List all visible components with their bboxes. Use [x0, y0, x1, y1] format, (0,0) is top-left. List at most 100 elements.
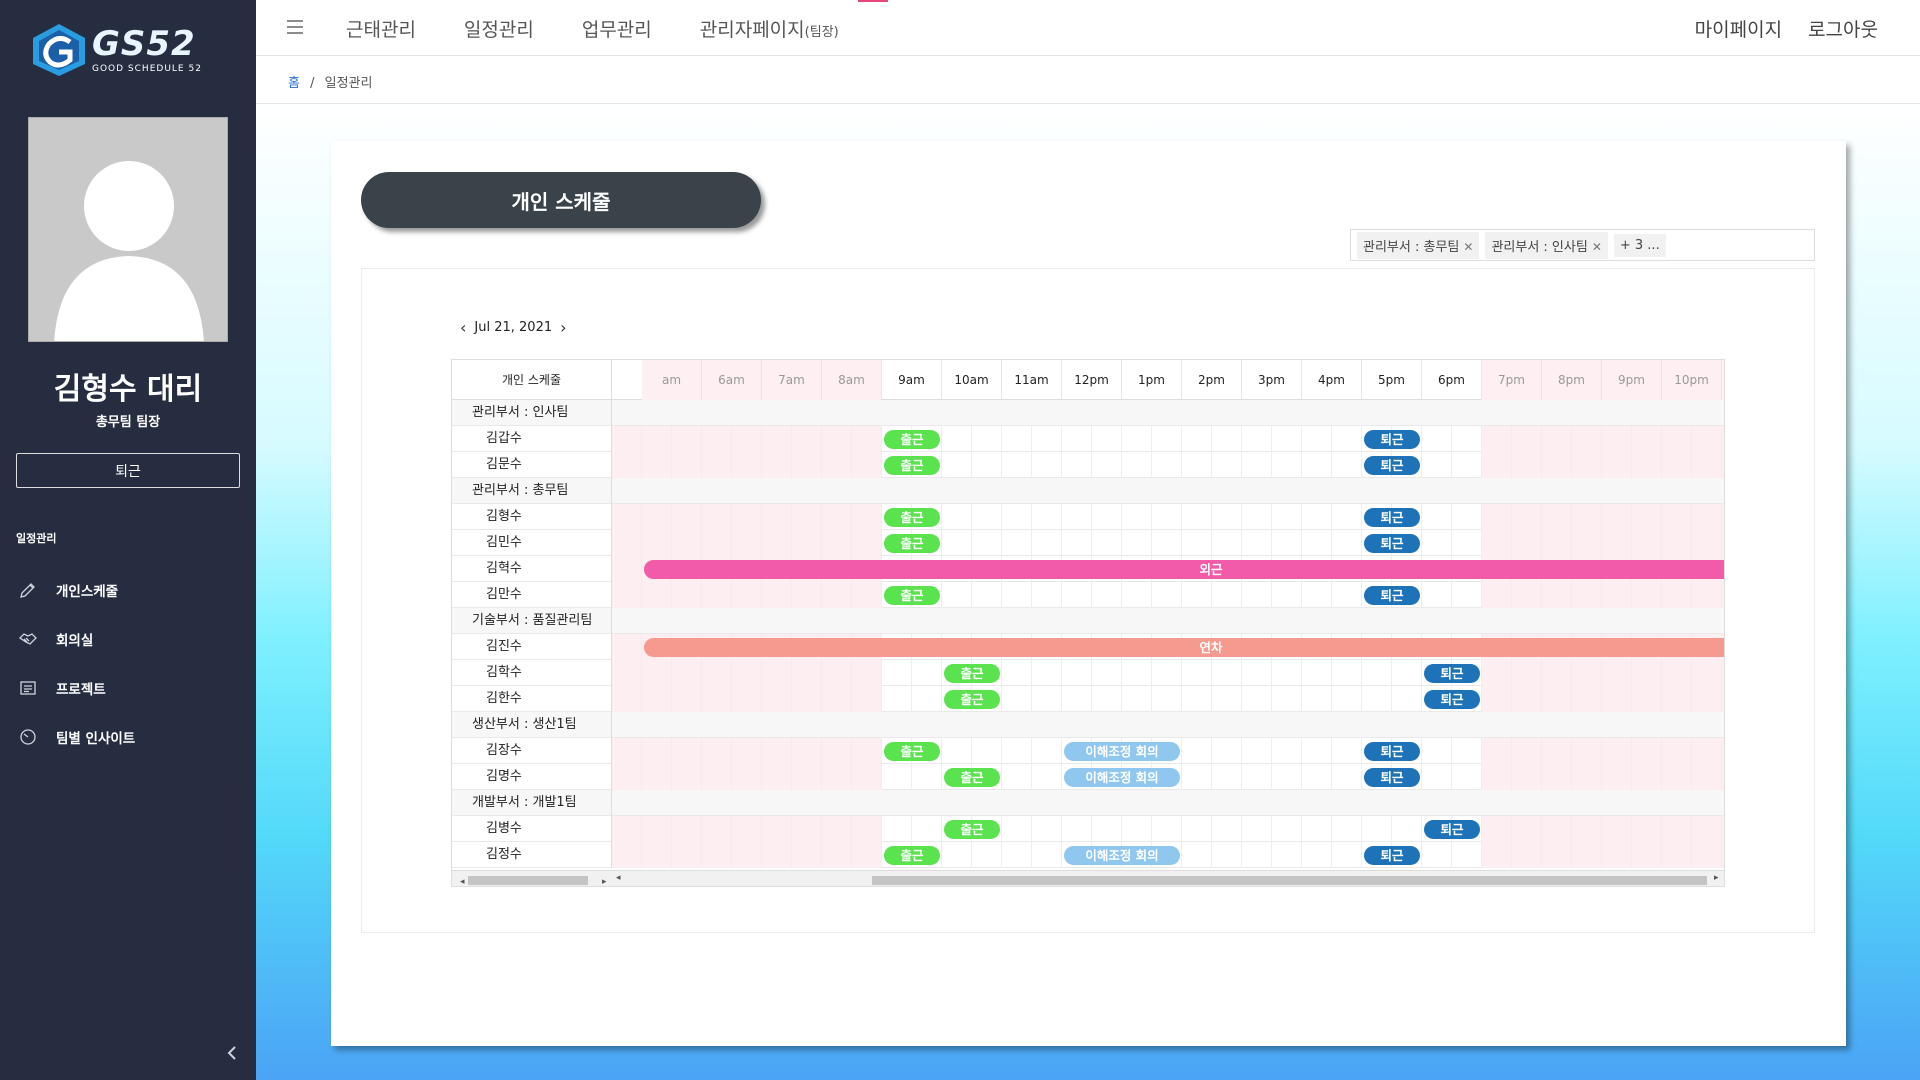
time-slot[interactable] [702, 816, 732, 842]
time-slot[interactable] [642, 738, 672, 764]
time-slot[interactable] [1332, 452, 1362, 478]
time-slot[interactable] [852, 686, 882, 712]
time-slot[interactable] [732, 842, 762, 868]
time-slot[interactable] [822, 842, 852, 868]
time-slot[interactable] [1692, 452, 1722, 478]
filter-chip[interactable]: 관리부서 : 총무팀 ✕ [1357, 231, 1480, 259]
time-slot[interactable] [1212, 738, 1242, 764]
time-slot[interactable] [1212, 764, 1242, 790]
time-slot[interactable] [1242, 842, 1272, 868]
time-slot[interactable] [1572, 738, 1602, 764]
time-slot[interactable] [762, 842, 792, 868]
time-slot[interactable] [1452, 426, 1482, 452]
time-slot[interactable] [1662, 816, 1692, 842]
time-slot[interactable] [1722, 764, 1724, 790]
time-slot[interactable] [1302, 842, 1332, 868]
time-slot[interactable] [1032, 738, 1062, 764]
time-slot[interactable] [1692, 582, 1722, 608]
time-slot[interactable] [1482, 504, 1512, 530]
time-slot[interactable] [672, 842, 702, 868]
nav-attendance[interactable]: 근태관리 [346, 15, 416, 42]
time-slot[interactable] [1212, 686, 1242, 712]
time-slot[interactable] [1692, 530, 1722, 556]
time-slot[interactable] [1482, 530, 1512, 556]
time-slot[interactable] [1122, 686, 1152, 712]
time-slot[interactable] [1152, 426, 1182, 452]
time-slot[interactable] [1692, 738, 1722, 764]
time-slot[interactable] [1422, 530, 1452, 556]
time-slot[interactable] [1182, 738, 1212, 764]
time-slot[interactable] [1152, 686, 1182, 712]
time-slot[interactable] [1722, 582, 1724, 608]
time-slot[interactable] [1632, 686, 1662, 712]
time-slot[interactable] [1302, 504, 1332, 530]
time-slot[interactable] [1242, 582, 1272, 608]
time-slot[interactable] [792, 530, 822, 556]
time-slot[interactable] [1542, 504, 1572, 530]
time-slot[interactable] [852, 842, 882, 868]
time-slot[interactable] [1032, 582, 1062, 608]
time-slot[interactable] [1152, 816, 1182, 842]
time-slot[interactable] [1452, 738, 1482, 764]
time-slot[interactable] [1662, 426, 1692, 452]
time-slot[interactable] [642, 764, 672, 790]
time-slot[interactable] [822, 764, 852, 790]
time-slot[interactable] [732, 738, 762, 764]
schedule-event-in[interactable]: 출근 [944, 690, 1000, 709]
time-slot[interactable] [702, 530, 732, 556]
time-slot[interactable] [1332, 582, 1362, 608]
time-slot[interactable] [1362, 686, 1392, 712]
time-slot[interactable] [612, 530, 642, 556]
time-slot[interactable] [1002, 816, 1032, 842]
schedule-event-away[interactable]: 외근 [644, 560, 1724, 579]
time-slot[interactable] [1602, 582, 1632, 608]
time-slot[interactable] [1542, 816, 1572, 842]
time-slot[interactable] [1002, 842, 1032, 868]
nav-admin[interactable]: 관리자페이지(팀장) [700, 15, 839, 42]
time-slot[interactable] [1632, 764, 1662, 790]
time-slot[interactable] [1182, 660, 1212, 686]
time-slot[interactable] [642, 686, 672, 712]
schedule-event-in[interactable]: 출근 [884, 742, 940, 761]
schedule-event-in[interactable]: 출근 [884, 586, 940, 605]
time-slot[interactable] [972, 426, 1002, 452]
time-slot[interactable] [1002, 738, 1032, 764]
horizontal-scrollbar[interactable]: ◂ ▸ ◂ ▸ [452, 870, 1724, 886]
time-slot[interactable] [642, 452, 672, 478]
time-slot[interactable] [1332, 764, 1362, 790]
time-slot[interactable] [1182, 452, 1212, 478]
time-slot[interactable] [1452, 764, 1482, 790]
time-slot[interactable] [612, 816, 642, 842]
time-slot[interactable] [1212, 660, 1242, 686]
time-slot[interactable] [1692, 504, 1722, 530]
time-slot[interactable] [1032, 426, 1062, 452]
time-slot[interactable] [1152, 582, 1182, 608]
time-slot[interactable] [792, 842, 822, 868]
time-slot[interactable] [702, 660, 732, 686]
time-slot[interactable] [1722, 452, 1724, 478]
time-slot[interactable] [1182, 426, 1212, 452]
time-slot[interactable] [762, 582, 792, 608]
schedule-event-out[interactable]: 퇴근 [1364, 534, 1420, 553]
time-slot[interactable] [1032, 686, 1062, 712]
time-slot[interactable] [1242, 426, 1272, 452]
time-slot[interactable] [1002, 660, 1032, 686]
sidebar-item-personal-schedule[interactable]: 개인스케줄 [0, 565, 256, 614]
time-slot[interactable] [1662, 504, 1692, 530]
time-slot[interactable] [1332, 738, 1362, 764]
time-slot[interactable] [1692, 842, 1722, 868]
remove-chip-icon[interactable]: ✕ [1592, 240, 1602, 254]
time-slot[interactable] [1542, 738, 1572, 764]
time-slot[interactable] [1092, 816, 1122, 842]
time-slot[interactable] [822, 738, 852, 764]
time-slot[interactable] [1632, 426, 1662, 452]
time-slot[interactable] [1632, 504, 1662, 530]
filter-more-chip[interactable]: + 3 ... [1613, 233, 1666, 257]
time-slot[interactable] [942, 426, 972, 452]
time-slot[interactable] [762, 530, 792, 556]
time-slot[interactable] [1272, 582, 1302, 608]
scroll-right-icon[interactable]: ▸ [1714, 873, 1719, 883]
time-slot[interactable] [1572, 582, 1602, 608]
time-slot[interactable] [1422, 764, 1452, 790]
time-slot[interactable] [1602, 426, 1632, 452]
